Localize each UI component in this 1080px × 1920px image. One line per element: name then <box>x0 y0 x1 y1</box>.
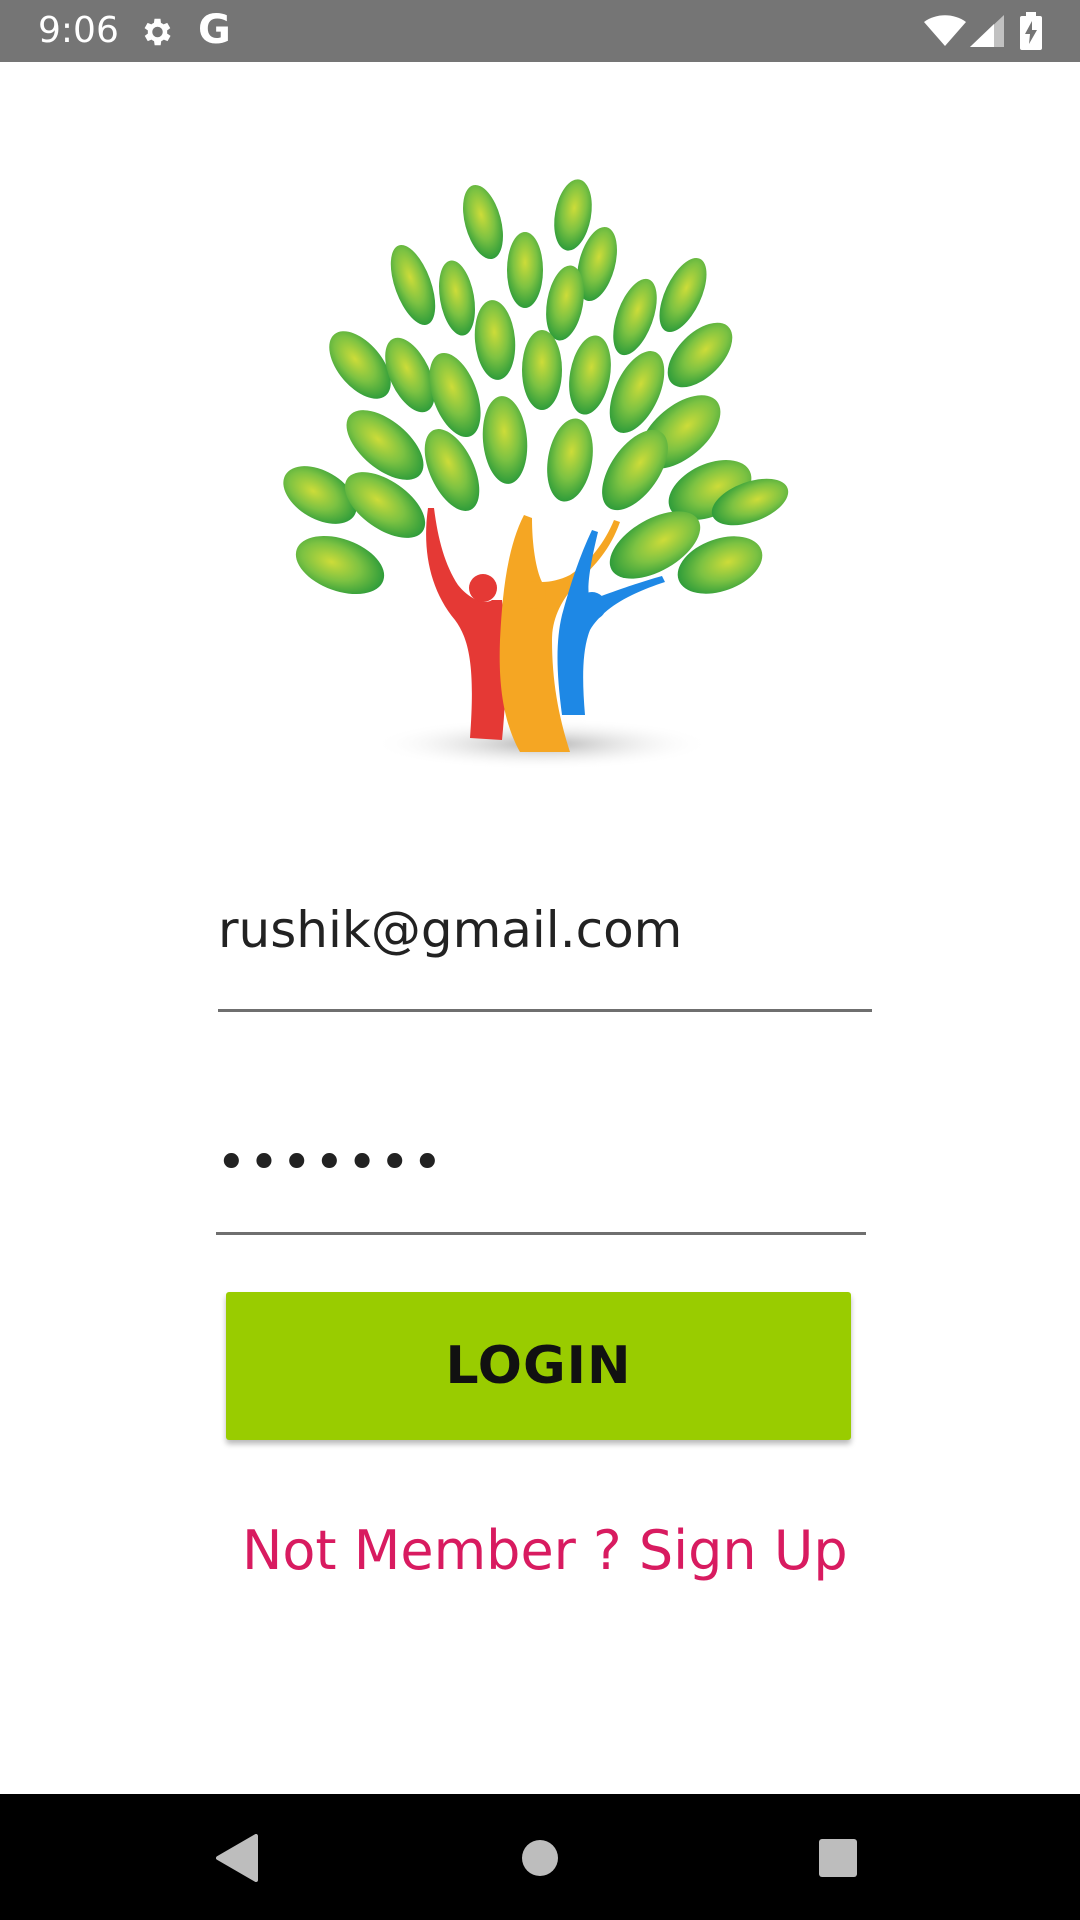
home-icon[interactable] <box>520 1838 560 1878</box>
password-field[interactable]: ••••••• <box>216 1128 864 1198</box>
status-time: 9:06 <box>38 10 119 51</box>
email-field-underline <box>218 1009 872 1012</box>
tree-leaves <box>283 179 789 595</box>
recents-icon[interactable] <box>818 1838 858 1878</box>
settings-gear-icon <box>144 18 171 46</box>
cell-signal-icon <box>970 15 1004 47</box>
back-icon[interactable] <box>216 1834 258 1882</box>
password-field-underline <box>216 1232 866 1235</box>
battery-charging-icon <box>1020 12 1042 50</box>
navigation-bar <box>0 1794 1080 1920</box>
tree-of-people-logo <box>283 179 789 770</box>
status-bar: 9:06 G <box>0 0 1080 62</box>
wifi-icon <box>924 15 966 46</box>
login-button-label: LOGIN <box>445 1336 632 1396</box>
google-g-icon: G <box>198 7 231 53</box>
login-button[interactable]: LOGIN <box>226 1292 851 1440</box>
email-field[interactable]: rushik@gmail.com <box>218 890 872 970</box>
signup-link[interactable]: Not Member ? Sign Up <box>242 1516 848 1586</box>
